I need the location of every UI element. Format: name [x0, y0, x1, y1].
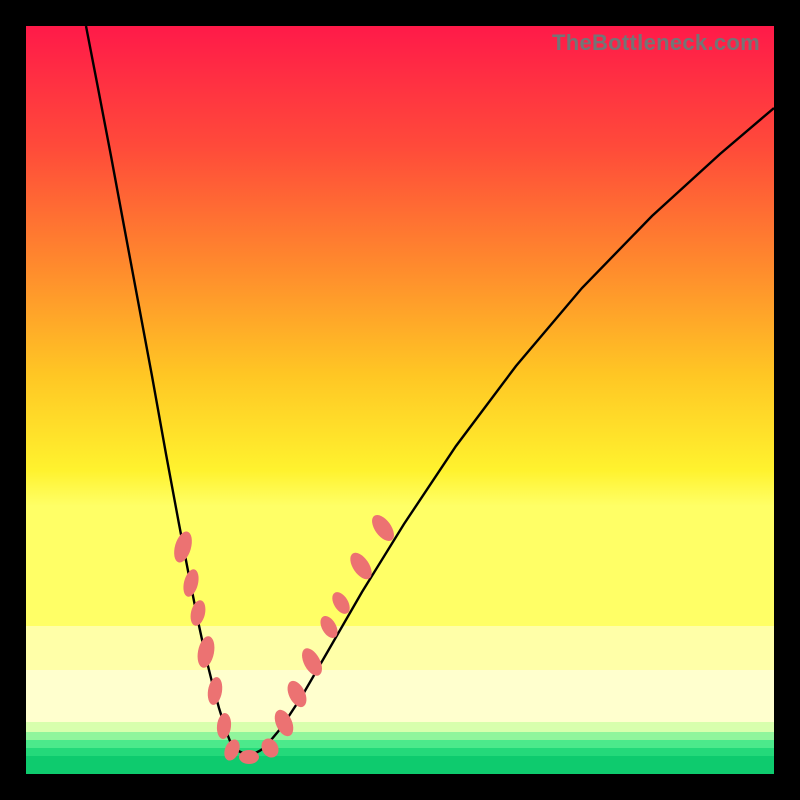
chart-stage: TheBottleneck.com	[0, 0, 800, 800]
data-marker	[181, 568, 201, 599]
curve-right	[266, 108, 774, 746]
data-marker	[195, 635, 217, 669]
data-marker	[216, 712, 233, 739]
data-marker	[284, 678, 311, 710]
data-marker	[258, 735, 282, 760]
data-marker	[188, 599, 207, 627]
data-marker	[171, 529, 195, 564]
plot-area: TheBottleneck.com	[26, 26, 774, 774]
data-marker	[239, 750, 259, 764]
data-markers	[171, 511, 398, 764]
data-marker	[206, 676, 224, 706]
watermark-text: TheBottleneck.com	[552, 30, 760, 56]
curve-layer	[26, 26, 774, 774]
